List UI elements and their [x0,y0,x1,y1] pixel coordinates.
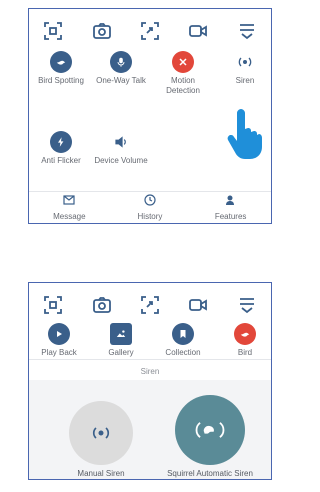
nav-label: History [137,212,163,221]
feature-anti-flicker[interactable]: Anti Flicker [31,131,91,166]
squirrel-siren-icon [195,422,225,438]
feature-label: One-Way Talk [96,76,146,85]
bottom-nav: Message History Features [29,189,271,223]
feature-label: Device Volume [94,156,148,165]
feature-label: Anti Flicker [41,156,81,165]
feature-collection[interactable]: Collection [153,323,213,358]
menu-icon[interactable] [235,293,259,317]
clock-icon [144,194,156,206]
features-panel: Bird Spotting One-Way Talk Motion Detect… [28,8,272,224]
camera-icon[interactable] [90,293,114,317]
feature-label: Bird Spotting [38,76,84,85]
bird-icon [50,51,72,73]
feature-label: Collection [165,348,201,357]
camera-icon[interactable] [90,19,114,43]
volume-icon [110,131,132,153]
video-icon[interactable] [186,293,210,317]
nav-features[interactable]: Features [196,189,266,223]
siren-icon [92,427,110,439]
feature-label: Play Back [41,348,77,357]
toolbar [29,283,271,327]
fullscreen-icon[interactable] [41,293,65,317]
feature-gallery[interactable]: Gallery [91,323,151,358]
siren-icon [234,51,256,73]
microphone-icon [110,51,132,73]
play-icon [48,323,70,345]
fullscreen-icon[interactable] [41,19,65,43]
manual-siren-label: Manual Siren [77,469,125,478]
bird-icon [234,323,256,345]
siren-panel: Play Back Gallery Collection Bird Siren … [28,282,272,480]
squirrel-automatic-siren-button[interactable] [175,395,245,465]
feature-device-volume[interactable]: Device Volume [91,131,151,166]
feature-siren[interactable]: Siren [215,51,271,86]
feature-one-way-talk[interactable]: One-Way Talk [91,51,151,86]
feature-play-back[interactable]: Play Back [29,323,89,358]
feature-label: Motion Detection [166,76,200,95]
video-icon[interactable] [186,19,210,43]
hand-pointer-icon [225,107,269,159]
toolbar [29,9,271,53]
flash-icon [50,131,72,153]
nav-history[interactable]: History [115,189,185,223]
feature-label: Bird [237,348,253,357]
nav-message[interactable]: Message [34,189,104,223]
feature-motion-detection[interactable]: Motion Detection [153,51,213,96]
squirrel-automatic-siren-label: Squirrel Automatic Siren [167,469,253,478]
mail-icon [63,195,75,205]
bookmark-icon [172,323,194,345]
feature-label: Gallery [108,348,134,357]
crop-icon[interactable] [138,293,162,317]
nav-label: Features [214,212,247,221]
menu-icon[interactable] [235,19,259,43]
feature-bird-spotting[interactable]: Bird Spotting [31,51,91,86]
feature-label: Siren [235,76,255,85]
nav-label: Message [53,212,86,221]
manual-siren-button[interactable] [69,401,133,465]
crop-icon[interactable] [138,19,162,43]
motion-icon [172,51,194,73]
image-icon [110,323,132,345]
section-title: Siren [140,367,160,376]
feature-bird[interactable]: Bird [215,323,271,358]
person-icon [225,195,234,205]
